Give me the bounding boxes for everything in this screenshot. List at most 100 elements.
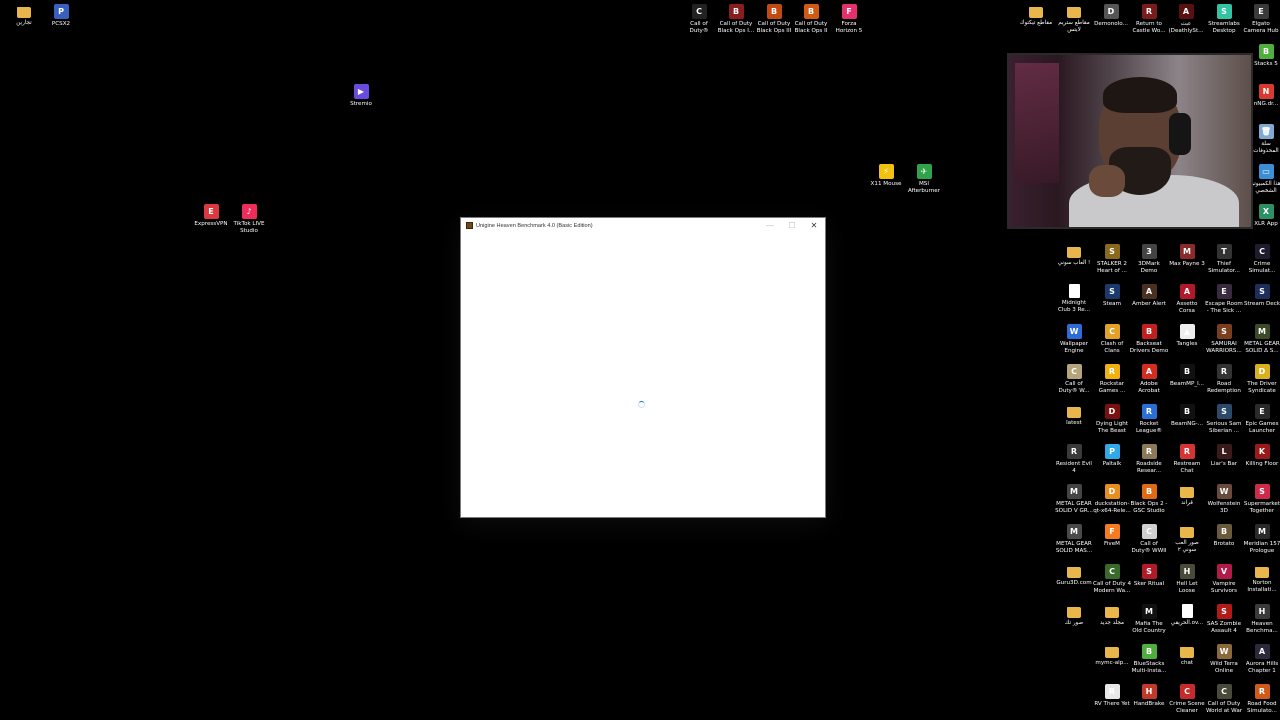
desktop-shortcut-backseat-drivers-demo[interactable]: B Backseat Drivers Demo xyxy=(1129,324,1169,356)
desktop-shortcut-call-of-duty-black-ops-iii[interactable]: B Call of Duty Black Ops III xyxy=(754,4,794,36)
desktop-shortcut-tangles[interactable]: ▲ Tangles xyxy=(1167,324,1207,348)
desktop-shortcut-metal-gear-solid-mas[interactable]: M METAL GEAR SOLID MAS... xyxy=(1054,524,1094,556)
desktop-shortcut-fivem[interactable]: F FiveM xyxy=(1092,524,1132,548)
desktop-shortcut-expressvpn[interactable]: E ExpressVPN xyxy=(191,204,231,228)
desktop-shortcut-max-payne-3[interactable]: M Max Payne 3 xyxy=(1167,244,1207,268)
desktop-shortcut-resident-evil-4[interactable]: R Resident Evil 4 xyxy=(1054,444,1094,476)
desktop-shortcut-sker-ritual[interactable]: S Sker Ritual xyxy=(1129,564,1169,588)
desktop-shortcut-aurora-hills-chapter-1[interactable]: A Aurora Hills Chapter 1 xyxy=(1242,644,1280,676)
desktop-shortcut-item[interactable]: مقاطع ستريم لايتس xyxy=(1054,4,1094,35)
desktop-shortcut-rockstar-games[interactable]: R Rockstar Games ... xyxy=(1092,364,1132,396)
desktop-shortcut-beammp-l[interactable]: B BeamMP_l... xyxy=(1167,364,1207,388)
desktop-shortcut-item[interactable]: صور العب سوني ٢ xyxy=(1167,524,1207,555)
desktop-shortcut-call-of-duty[interactable]: C Call of Duty® xyxy=(679,4,719,36)
desktop-shortcut-crime-simulat[interactable]: C Crime Simulat... xyxy=(1242,244,1280,276)
shortcut-label: STALKER 2 Heart of ... xyxy=(1097,261,1127,275)
desktop-shortcut-sas-zombie-assault-4[interactable]: S SAS Zombie Assault 4 xyxy=(1204,604,1244,636)
desktop-shortcut-norton-installati[interactable]: Norton Installati... xyxy=(1242,564,1280,595)
desktop-shortcut-wild-terra-online[interactable]: W Wild Terra Online xyxy=(1204,644,1244,676)
desktop-shortcut-escape-room-the-sick[interactable]: E Escape Room - The Sick ... xyxy=(1204,284,1244,316)
desktop-shortcut-road-food-simulato[interactable]: R Road Food Simulato... xyxy=(1242,684,1280,716)
close-button[interactable]: ✕ xyxy=(803,218,825,233)
window-titlebar[interactable]: Unigine Heaven Benchmark 4.0 (Basic Edit… xyxy=(461,218,825,233)
desktop-shortcut-call-of-duty-black-ops-ii[interactable]: B Call of Duty Black Ops II xyxy=(791,4,831,36)
desktop-shortcut-thief-simulator[interactable]: T Thief Simulator... xyxy=(1204,244,1244,276)
desktop-shortcut-call-of-duty-world-at-war[interactable]: C Call of Duty World at War xyxy=(1204,684,1244,716)
desktop-shortcut-call-of-duty-4-modern-wa[interactable]: C Call of Duty 4 Modern Wa... xyxy=(1092,564,1132,596)
desktop-shortcut-dying-light-the-beast[interactable]: D Dying Light The Beast xyxy=(1092,404,1132,436)
maximize-button[interactable]: ☐ xyxy=(781,218,803,233)
desktop-shortcut-amber-alert[interactable]: A Amber Alert xyxy=(1129,284,1169,308)
desktop-shortcut-beamng[interactable]: B BeamNG-... xyxy=(1167,404,1207,428)
desktop-shortcut-liar-s-bar[interactable]: L Liar's Bar xyxy=(1204,444,1244,468)
desktop-shortcut-ov[interactable]: الحريقي.ov... xyxy=(1167,604,1207,627)
desktop-shortcut-samurai-warriors[interactable]: S SAMURAI WARRIORS... xyxy=(1204,324,1244,356)
desktop-shortcut-return-to-castle-wo[interactable]: R Return to Castle Wo... xyxy=(1129,4,1169,36)
desktop-shortcut-heaven-benchma[interactable]: H Heaven Benchma... xyxy=(1242,604,1280,636)
desktop-shortcut-item[interactable]: مقاطع تيكتوك xyxy=(1016,4,1056,27)
desktop-shortcut-clash-of-clans[interactable]: C Clash of Clans xyxy=(1092,324,1132,356)
desktop-shortcut-the-driver-syndicate[interactable]: D The Driver Syndicate xyxy=(1242,364,1280,396)
desktop-shortcut-x11-mouse[interactable]: ⚡ X11 Mouse xyxy=(866,164,906,188)
desktop-shortcut-stremio[interactable]: ▶ Stremio xyxy=(341,84,381,108)
shortcut-label: MSI Afterburner xyxy=(907,181,941,195)
desktop-shortcut-road-redemption[interactable]: R Road Redemption xyxy=(1204,364,1244,396)
desktop-shortcut-call-of-duty-black-ops-i[interactable]: B Call of Duty Black Ops I... xyxy=(716,4,756,36)
desktop-shortcut-restream-chat[interactable]: R Restream Chat xyxy=(1167,444,1207,476)
desktop-shortcut-killing-floor[interactable]: K Killing Floor xyxy=(1242,444,1280,468)
desktop-shortcut-chat[interactable]: chat xyxy=(1167,644,1207,667)
desktop-shortcut-forza-horizon-5[interactable]: F Forza Horizon 5 xyxy=(829,4,869,36)
desktop-shortcut-latest[interactable]: latest xyxy=(1054,404,1094,427)
folder-icon xyxy=(1105,607,1119,618)
desktop-shortcut-paltalk[interactable]: P Paltalk xyxy=(1092,444,1132,468)
desktop-shortcut-midnight-club-3-re[interactable]: Midnight Club 3 Re... xyxy=(1054,284,1094,315)
desktop-shortcut-wolfenstein-3d[interactable]: W Wolfenstein 3D xyxy=(1204,484,1244,516)
desktop-shortcut-black-ops-2-gsc-studio[interactable]: B Black Ops 2 - GSC Studio xyxy=(1129,484,1169,516)
desktop-shortcut-elgato-camera-hub[interactable]: E Elgato Camera Hub xyxy=(1241,4,1280,36)
desktop-shortcut-rv-there-yet[interactable]: R RV There Yet xyxy=(1092,684,1132,708)
desktop-shortcut-tiktok-live-studio[interactable]: ♪ TikTok LIVE Studio xyxy=(229,204,269,236)
desktop-shortcut-3dmark-demo[interactable]: 3 3DMark Demo xyxy=(1129,244,1169,276)
desktop-shortcut-adobe-acrobat[interactable]: A Adobe Acrobat xyxy=(1129,364,1169,396)
desktop-shortcut-rocket-league[interactable]: R Rocket League® xyxy=(1129,404,1169,436)
desktop-shortcut-meridian-157-prologue[interactable]: M Meridian 157 Prologue xyxy=(1242,524,1280,556)
desktop-shortcut-metal-gear-solid-v-gr[interactable]: M METAL GEAR SOLID V GR... xyxy=(1054,484,1094,516)
benchmark-window[interactable]: Unigine Heaven Benchmark 4.0 (Basic Edit… xyxy=(460,217,826,518)
desktop-shortcut-demonolo[interactable]: D Demonolo... xyxy=(1091,4,1131,28)
desktop-shortcut-bluestacks-multi-insta[interactable]: B BlueStacks Multi-Insta... xyxy=(1129,644,1169,676)
desktop-shortcut-pcsx2[interactable]: P PCSX2 xyxy=(41,4,81,28)
desktop-shortcut-guru3d-com[interactable]: Guru3D.com xyxy=(1054,564,1094,587)
desktop-shortcut-supermarket-together[interactable]: S Supermarket Together xyxy=(1242,484,1280,516)
desktop-shortcut-metal-gear-solid-s[interactable]: M METAL GEAR SOLID Δ S... xyxy=(1242,324,1280,356)
desktop-shortcut-serious-sam-siberian[interactable]: S Serious Sam Siberian ... xyxy=(1204,404,1244,436)
desktop-shortcut-crime-scene-cleaner[interactable]: C Crime Scene Cleaner xyxy=(1167,684,1207,716)
desktop-shortcut-stalker-2-heart-of[interactable]: S STALKER 2 Heart of ... xyxy=(1092,244,1132,276)
app-icon: H xyxy=(1254,604,1270,619)
desktop-shortcut-msi-afterburner[interactable]: ✈ MSI Afterburner xyxy=(904,164,944,196)
desktop-shortcut-item[interactable]: قراند xyxy=(1167,484,1207,507)
desktop-shortcut-brotato[interactable]: B Brotato xyxy=(1204,524,1244,548)
desktop-shortcut-assetto-corsa[interactable]: A Assetto Corsa xyxy=(1167,284,1207,316)
desktop-shortcut-call-of-duty-w[interactable]: C Call of Duty® W... xyxy=(1054,364,1094,396)
minimize-button[interactable]: — xyxy=(759,218,781,233)
desktop-shortcut-stream-deck[interactable]: S Stream Deck xyxy=(1242,284,1280,308)
desktop-shortcut-roadside-resear[interactable]: R Roadside Resear... xyxy=(1129,444,1169,476)
desktop-shortcut-item[interactable]: العاب سوني ! xyxy=(1054,244,1094,267)
desktop-shortcut-item[interactable]: مجلد جديد xyxy=(1092,604,1132,627)
desktop-shortcut-duckstation-qt-x64-rele[interactable]: Dduckstation- qt-x64-Rele... xyxy=(1092,484,1132,516)
desktop-shortcut-mafia-the-old-country[interactable]: M Mafia The Old Country xyxy=(1129,604,1169,636)
desktop-shortcut-item[interactable]: تجارين xyxy=(4,4,44,27)
desktop-shortcut-mymc-alp[interactable]: mymc-alp... xyxy=(1092,644,1132,667)
desktop-shortcut-epic-games-launcher[interactable]: E Epic Games Launcher xyxy=(1242,404,1280,436)
app-icon: C xyxy=(1254,244,1270,259)
desktop-shortcut-streamlabs-desktop[interactable]: S Streamlabs Desktop xyxy=(1204,4,1244,36)
desktop-shortcut-vampire-survivors[interactable]: V Vampire Survivors xyxy=(1204,564,1244,596)
desktop-shortcut-item[interactable]: صور تك xyxy=(1054,604,1094,627)
desktop-shortcut-wallpaper-engine[interactable]: W Wallpaper Engine xyxy=(1054,324,1094,356)
desktop-shortcut-deathlyst[interactable]: A عبث (DeathlySt... xyxy=(1166,4,1206,36)
app-icon: B xyxy=(1141,324,1157,339)
desktop-shortcut-handbrake[interactable]: H HandBrake xyxy=(1129,684,1169,708)
desktop-shortcut-hell-let-loose[interactable]: H Hell Let Loose xyxy=(1167,564,1207,596)
desktop-shortcut-call-of-duty-wwii[interactable]: C Call of Duty® WWII xyxy=(1129,524,1169,556)
desktop-shortcut-steam[interactable]: S Steam xyxy=(1092,284,1132,308)
